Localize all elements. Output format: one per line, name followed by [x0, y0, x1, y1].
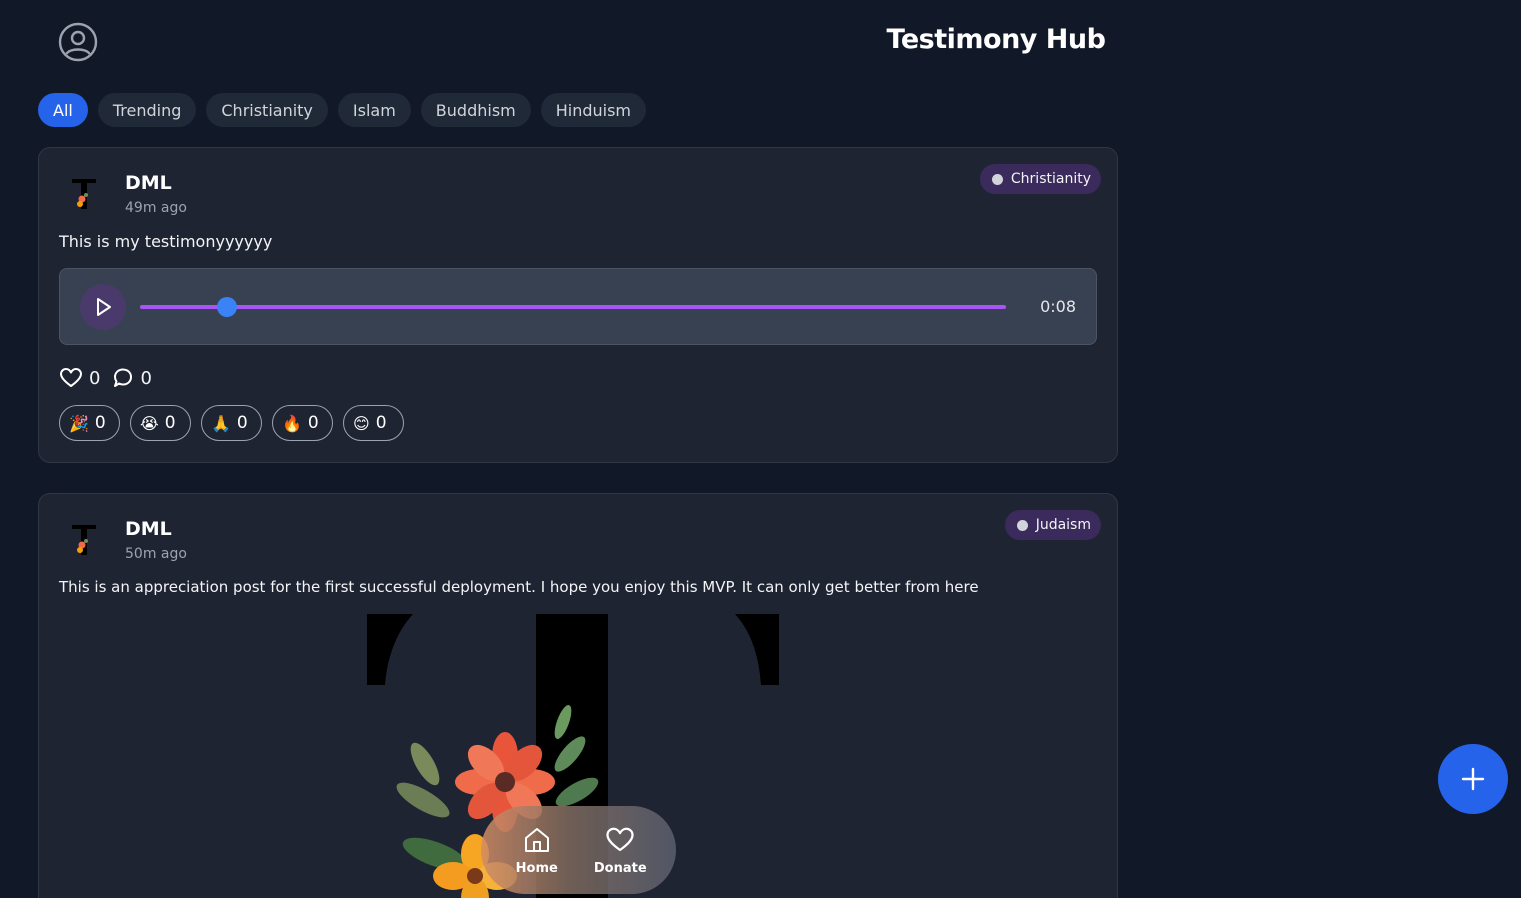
crying-face-icon: 😭 [140, 413, 159, 433]
religion-tag: Judaism [1004, 510, 1101, 540]
nav-home[interactable]: Home [501, 825, 573, 876]
bottom-navigation: Home Donate [481, 806, 676, 894]
reaction-party[interactable]: 🎉 0 [59, 405, 120, 441]
reaction-cry[interactable]: 😭 0 [130, 405, 191, 441]
reaction-count: 0 [94, 413, 106, 433]
heart-icon [60, 368, 82, 387]
filter-chip-islam[interactable]: Islam [337, 93, 411, 127]
nav-donate-label: Donate [593, 860, 647, 876]
comment-icon [114, 368, 133, 387]
reaction-count: 0 [236, 413, 248, 433]
reaction-count: 0 [307, 413, 319, 433]
filter-chip-all[interactable]: All [38, 93, 88, 127]
reaction-count: 0 [164, 413, 176, 433]
testimony-card: DML 49m ago Christianity This is my test… [38, 147, 1118, 463]
play-icon [97, 298, 111, 316]
play-button[interactable] [80, 284, 126, 330]
smiling-face-icon: 😊 [353, 413, 370, 433]
audio-duration: 0:08 [1040, 297, 1076, 316]
author-name[interactable]: DML [125, 518, 172, 540]
tag-label: Judaism [1035, 517, 1091, 533]
post-time: 49m ago [125, 200, 187, 216]
reaction-count: 0 [375, 413, 387, 433]
comment-count: 0 [140, 367, 152, 389]
filter-chip-trending[interactable]: Trending [97, 93, 197, 127]
party-popper-icon: 🎉 [69, 413, 89, 433]
nav-home-label: Home [515, 860, 558, 876]
post-time: 50m ago [125, 546, 187, 562]
audio-progress-track[interactable] [140, 297, 1006, 317]
post-text: This is my testimonyyyyyy [59, 232, 273, 251]
audio-player: 0:08 [59, 268, 1097, 345]
profile-button[interactable] [58, 22, 98, 62]
tag-dot [991, 173, 1003, 185]
religion-tag: Christianity [979, 164, 1101, 194]
category-filter-bar: All Trending Christianity Islam Buddhism… [38, 93, 647, 127]
plus-icon [1461, 767, 1485, 791]
like-count: 0 [89, 367, 101, 389]
audio-progress-thumb[interactable] [216, 297, 237, 317]
like-button[interactable]: 0 [59, 366, 100, 390]
avatar-logo-image [72, 525, 96, 555]
filter-chip-hinduism[interactable]: Hinduism [540, 93, 647, 127]
user-circle-icon [58, 22, 98, 62]
create-testimony-button[interactable] [1438, 744, 1508, 814]
tag-dot [1016, 519, 1028, 531]
author-avatar[interactable] [61, 516, 107, 562]
reaction-pray[interactable]: 🙏 0 [201, 405, 262, 441]
author-name[interactable]: DML [125, 172, 172, 194]
reaction-fire[interactable]: 🔥 0 [272, 405, 333, 441]
post-actions: 0 0 [59, 366, 152, 390]
nav-donate[interactable]: Donate [584, 825, 656, 876]
praying-hands-icon: 🙏 [211, 413, 231, 433]
tag-label: Christianity [1010, 171, 1091, 187]
filter-chip-buddhism[interactable]: Buddhism [420, 93, 531, 127]
comment-button[interactable]: 0 [112, 367, 152, 389]
post-text: This is an appreciation post for the fir… [59, 578, 979, 596]
author-avatar[interactable] [61, 170, 107, 216]
avatar-logo-image [72, 179, 96, 209]
home-icon [524, 827, 549, 852]
app-title: Testimony Hub [886, 24, 1106, 55]
filter-chip-christianity[interactable]: Christianity [206, 93, 328, 127]
heart-icon [606, 827, 634, 851]
reaction-smile[interactable]: 😊 0 [343, 405, 404, 441]
fire-icon: 🔥 [282, 413, 302, 433]
reaction-bar: 🎉 0 😭 0 🙏 0 🔥 0 😊 0 [59, 405, 404, 441]
